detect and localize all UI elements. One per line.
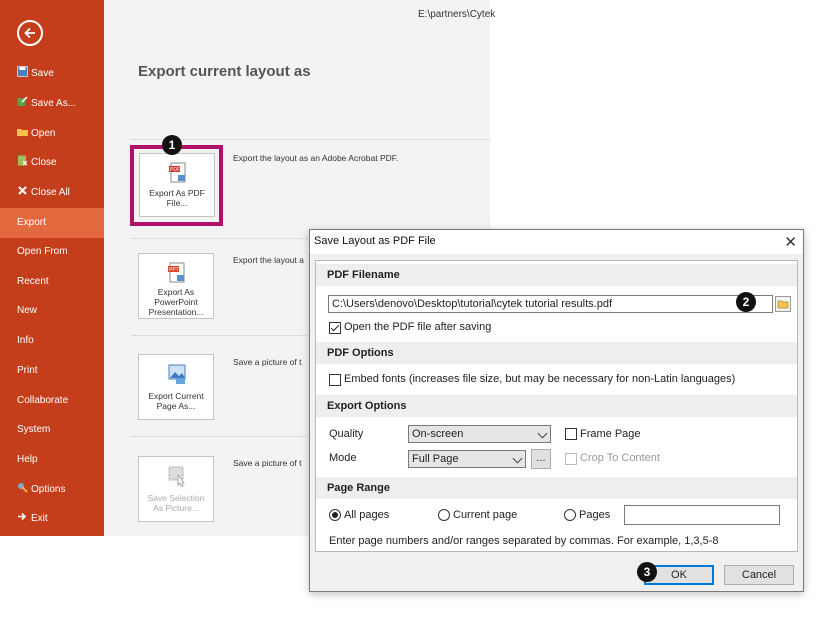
- sidebar-item-system[interactable]: System: [0, 415, 104, 445]
- save-selection-tile[interactable]: Save Selection As Picture...: [138, 456, 214, 522]
- sidebar-item-save[interactable]: Save: [0, 59, 104, 89]
- sidebar-item-label: Open From: [17, 246, 68, 257]
- mode-select[interactable]: Full Page: [408, 450, 526, 468]
- sidebar-item-new[interactable]: New: [0, 296, 104, 326]
- crop-to-content-checkbox[interactable]: [565, 453, 577, 465]
- powerpoint-file-icon: PPT: [167, 262, 187, 284]
- sidebar-item-save-as[interactable]: Save As...: [0, 89, 104, 119]
- crop-to-content-label: Crop To Content: [580, 452, 660, 464]
- current-page-label: Current page: [453, 509, 518, 521]
- chevron-down-icon: [537, 428, 548, 439]
- quality-label: Quality: [329, 428, 364, 440]
- divider: [132, 139, 490, 140]
- options-icon: [17, 476, 28, 493]
- pages-input[interactable]: [624, 505, 780, 525]
- tile-label: Export As PowerPoint Presentation...: [148, 287, 204, 317]
- sidebar-item-label: Recent: [17, 276, 49, 287]
- callout-1: 1: [162, 135, 182, 155]
- embed-fonts-checkbox[interactable]: [329, 374, 341, 386]
- sidebar-item-label: Export: [17, 217, 46, 228]
- sidebar-item-label: Save: [31, 68, 54, 79]
- sidebar-item-options[interactable]: Options: [0, 475, 104, 505]
- frame-page-checkbox[interactable]: [565, 428, 577, 440]
- dialog-title: Save Layout as PDF File: [314, 235, 436, 247]
- export-powerpoint-tile[interactable]: PPT Export As PowerPoint Presentation...: [138, 253, 214, 319]
- tile-label: Save Selection As Picture...: [147, 493, 205, 513]
- dialog-panel: PDF Filename C:\Users\denovo\Desktop\tut…: [315, 260, 798, 552]
- quality-select[interactable]: On-screen: [408, 425, 551, 443]
- sidebar-item-close-all[interactable]: Close All: [0, 178, 104, 208]
- callout-3: 3: [637, 562, 657, 582]
- sidebar-item-label: Help: [17, 454, 38, 465]
- chevron-down-icon: [512, 453, 523, 464]
- exit-icon: [17, 505, 28, 521]
- page-range-hint: Enter page numbers and/or ranges separat…: [329, 535, 719, 547]
- sidebar-item-label: Collaborate: [17, 395, 69, 406]
- sidebar-item-exit[interactable]: Exit: [0, 504, 104, 534]
- close-icon[interactable]: ✕: [784, 233, 797, 251]
- tile-description: Export the layout a: [233, 255, 304, 265]
- open-after-saving-checkbox[interactable]: [329, 322, 341, 334]
- sidebar-item-collaborate[interactable]: Collaborate: [0, 386, 104, 416]
- sidebar-item-info[interactable]: Info: [0, 326, 104, 356]
- mode-label: Mode: [329, 452, 357, 464]
- section-page-range: Page Range: [316, 477, 797, 499]
- sidebar-item-label: Info: [17, 335, 34, 346]
- sidebar-item-open[interactable]: Open: [0, 119, 104, 149]
- section-export-options: Export Options: [316, 395, 797, 417]
- svg-text:PPT: PPT: [169, 267, 179, 273]
- sidebar-item-label: Options: [31, 484, 66, 495]
- sidebar-item-export[interactable]: Export: [0, 208, 104, 238]
- selection-picture-icon: [167, 465, 187, 487]
- save-pdf-dialog: Save Layout as PDF File ✕ PDF Filename C…: [309, 229, 804, 592]
- section-pdf-options: PDF Options: [316, 342, 797, 364]
- close-all-icon: [17, 179, 28, 195]
- mode-value: Full Page: [412, 453, 459, 465]
- highlight-box: [130, 145, 223, 226]
- folder-open-icon: [17, 120, 28, 136]
- callout-2: 2: [736, 292, 756, 312]
- all-pages-radio[interactable]: [329, 509, 341, 521]
- sidebar-item-label: Open: [31, 128, 56, 139]
- current-page-radio[interactable]: [438, 509, 450, 521]
- close-doc-icon: [17, 149, 28, 166]
- sidebar-item-print[interactable]: Print: [0, 356, 104, 386]
- sidebar-item-help[interactable]: Help: [0, 445, 104, 475]
- sidebar-item-label: New: [17, 305, 38, 316]
- file-path: E:\partners\Cytek: [418, 9, 496, 20]
- export-current-page-tile[interactable]: Export Current Page As...: [138, 354, 214, 420]
- dialog-titlebar: Save Layout as PDF File ✕: [310, 230, 803, 254]
- browse-folder-icon[interactable]: [775, 296, 791, 312]
- sidebar-item-open-from[interactable]: Open From: [0, 237, 104, 267]
- tile-description: Save a picture of t: [233, 357, 302, 367]
- sidebar-item-label: Print: [17, 365, 38, 376]
- backstage-sidebar: Save Save As... Open Close Close All Exp…: [0, 0, 104, 536]
- back-arrow-icon[interactable]: [17, 20, 43, 46]
- sidebar-item-label: Save As...: [31, 98, 77, 109]
- tile-description: Save a picture of t: [233, 458, 302, 468]
- save-as-icon: [17, 90, 28, 106]
- mode-options-button[interactable]: ...: [531, 449, 551, 469]
- picture-icon: [167, 363, 187, 385]
- pages-label: Pages: [579, 509, 611, 521]
- frame-page-label: Frame Page: [580, 428, 641, 440]
- embed-fonts-label: Embed fonts (increases file size, but ma…: [344, 373, 736, 385]
- section-pdf-filename: PDF Filename: [316, 264, 797, 286]
- sidebar-item-label: Close: [31, 157, 57, 168]
- save-icon: [17, 60, 28, 77]
- pdf-filename-input[interactable]: C:\Users\denovo\Desktop\tutorial\cytek t…: [328, 295, 773, 313]
- pages-radio[interactable]: [564, 509, 576, 521]
- sidebar-item-recent[interactable]: Recent: [0, 267, 104, 297]
- tile-description: Export the layout as an Adobe Acrobat PD…: [233, 153, 399, 163]
- sidebar-item-label: System: [17, 424, 51, 435]
- sidebar-item-label: Exit: [31, 513, 48, 524]
- sidebar-item-label: Close All: [31, 187, 70, 198]
- sidebar-item-close[interactable]: Close: [0, 148, 104, 178]
- all-pages-label: All pages: [344, 509, 390, 521]
- cancel-button[interactable]: Cancel: [724, 565, 794, 585]
- open-after-saving-label: Open the PDF file after saving: [344, 321, 492, 333]
- tile-label: Export Current Page As...: [148, 391, 204, 411]
- page-title: Export current layout as: [138, 63, 311, 80]
- quality-value: On-screen: [412, 428, 464, 440]
